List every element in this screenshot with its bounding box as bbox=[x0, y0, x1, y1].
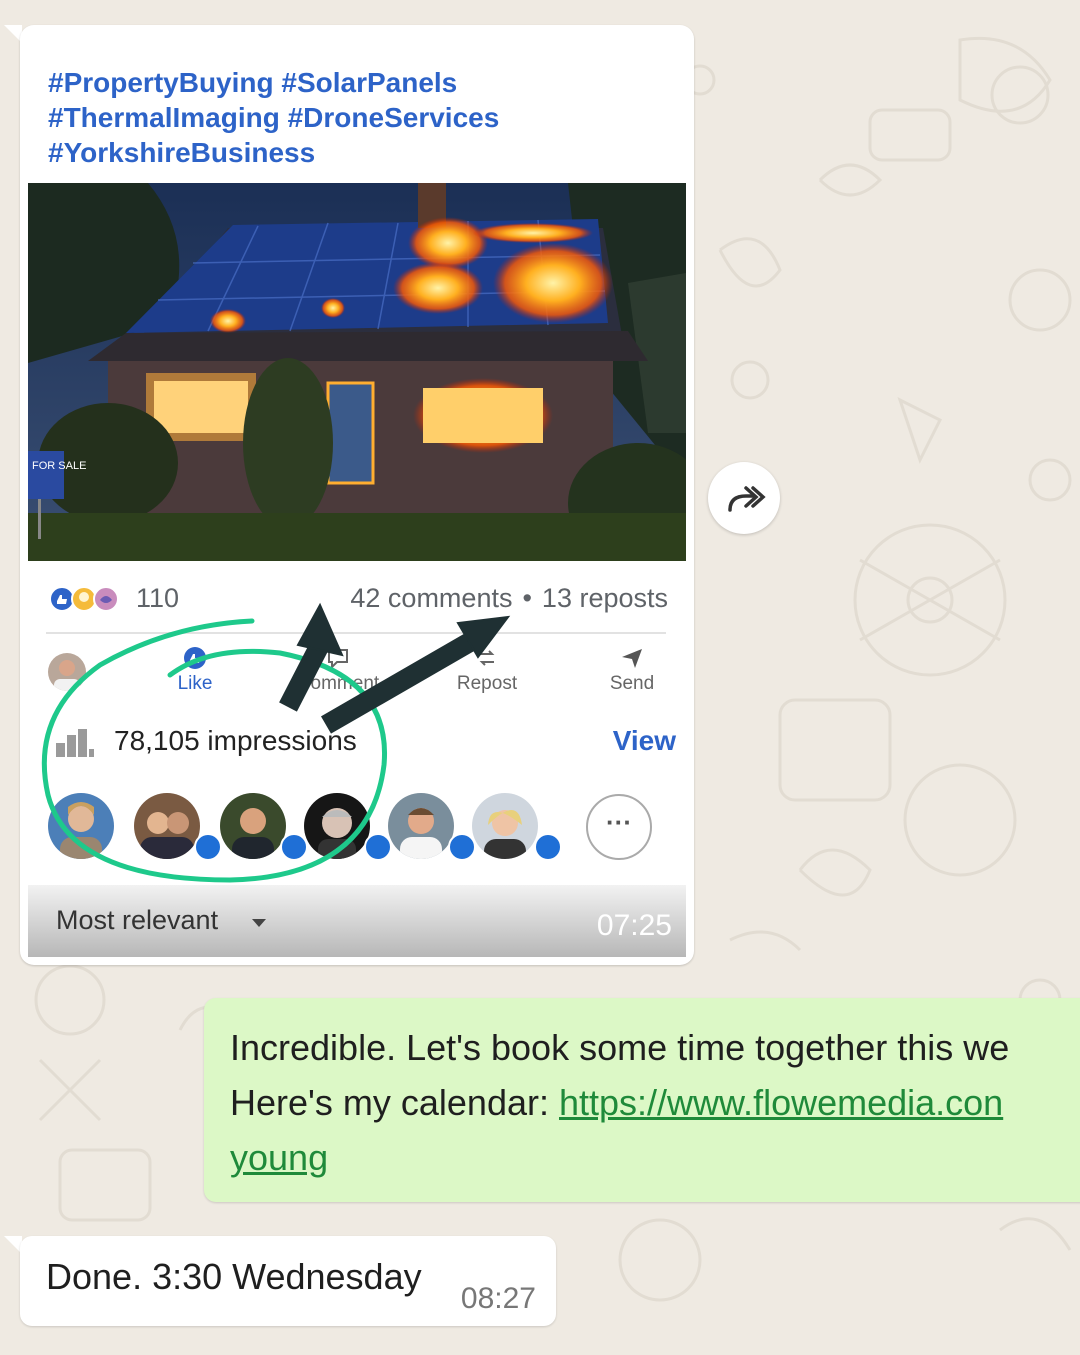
card-footer: Most relevant 07:25 bbox=[28, 885, 686, 957]
like-badge-icon bbox=[194, 833, 222, 861]
post-actions: Like Comment Repost Send bbox=[40, 645, 680, 705]
post-hashtags[interactable]: #PropertyBuying #SolarPanels #ThermalIma… bbox=[48, 65, 668, 170]
more-reactors-button[interactable]: ··· bbox=[586, 794, 652, 860]
forward-button[interactable] bbox=[708, 462, 780, 534]
calendar-link-continued[interactable]: young bbox=[230, 1137, 328, 1178]
incoming-message-text: Done. 3:30 Wednesday bbox=[46, 1256, 422, 1297]
like-badge-icon bbox=[280, 833, 308, 861]
avatar[interactable] bbox=[304, 793, 370, 859]
forward-icon bbox=[728, 486, 766, 512]
avatar[interactable] bbox=[220, 793, 286, 859]
for-sale-sign: FOR SALE bbox=[32, 460, 86, 472]
incoming-message[interactable]: Done. 3:30 Wednesday 08:27 bbox=[20, 1236, 556, 1326]
reposts-count[interactable]: 13 reposts bbox=[542, 583, 668, 613]
like-button[interactable]: Like bbox=[168, 645, 222, 695]
post-stats[interactable]: 42 comments • 13 reposts bbox=[350, 583, 668, 614]
comment-label: Comment bbox=[296, 673, 380, 694]
send-button[interactable]: Send bbox=[606, 645, 658, 695]
reactor-avatars: ··· bbox=[48, 793, 668, 863]
outgoing-message[interactable]: Incredible. Let's book some time togethe… bbox=[204, 998, 1080, 1202]
comments-count[interactable]: 42 comments bbox=[350, 583, 512, 613]
comment-icon bbox=[328, 649, 348, 670]
linkedin-post-card[interactable]: #PropertyBuying #SolarPanels #ThermalIma… bbox=[20, 25, 694, 965]
message-line: Here's my calendar: bbox=[230, 1082, 559, 1123]
outgoing-message-text: Incredible. Let's book some time togethe… bbox=[230, 1020, 1080, 1185]
house-thermal-photo[interactable]: FOR SALE bbox=[28, 183, 686, 561]
hashtag-line[interactable]: #ThermalImaging #DroneServices bbox=[48, 100, 668, 135]
hashtag-line[interactable]: #YorkshireBusiness bbox=[48, 135, 668, 170]
like-icon bbox=[184, 647, 206, 669]
like-badge-icon bbox=[364, 833, 392, 861]
reaction-count: 110 bbox=[136, 583, 180, 613]
like-badge-icon bbox=[534, 833, 562, 861]
avatar[interactable] bbox=[48, 793, 114, 859]
like-label: Like bbox=[177, 673, 213, 694]
calendar-link[interactable]: https://www.flowemedia.con bbox=[559, 1082, 1003, 1123]
stats-separator: • bbox=[522, 583, 532, 613]
sort-dropdown[interactable]: Most relevant bbox=[56, 905, 218, 936]
like-badge-icon bbox=[448, 833, 476, 861]
impressions-chart-icon bbox=[56, 729, 94, 757]
hashtag-line[interactable]: #PropertyBuying #SolarPanels bbox=[48, 65, 668, 100]
avatar[interactable] bbox=[472, 793, 538, 859]
reactions-summary[interactable]: 110 42 comments • 13 reposts bbox=[48, 581, 668, 617]
divider bbox=[46, 632, 666, 634]
reaction-icons bbox=[49, 586, 119, 612]
comment-button[interactable]: Comment bbox=[290, 645, 386, 695]
message-time: 08:27 bbox=[460, 1282, 536, 1315]
avatar[interactable] bbox=[48, 653, 86, 691]
avatar[interactable] bbox=[388, 793, 454, 859]
send-icon bbox=[622, 649, 642, 668]
send-label: Send bbox=[609, 673, 655, 694]
repost-label: Repost bbox=[456, 673, 518, 694]
caret-down-icon bbox=[252, 919, 266, 927]
view-analytics-link[interactable]: View bbox=[613, 725, 676, 757]
impressions-row[interactable]: 78,105 impressions View bbox=[56, 721, 676, 765]
impressions-count: 78,105 impressions bbox=[114, 725, 357, 756]
message-time: 07:25 bbox=[596, 909, 672, 942]
avatar[interactable] bbox=[134, 793, 200, 859]
repost-button[interactable]: Repost bbox=[452, 645, 522, 695]
repost-icon bbox=[479, 650, 495, 666]
message-line: Incredible. Let's book some time togethe… bbox=[230, 1027, 1010, 1068]
